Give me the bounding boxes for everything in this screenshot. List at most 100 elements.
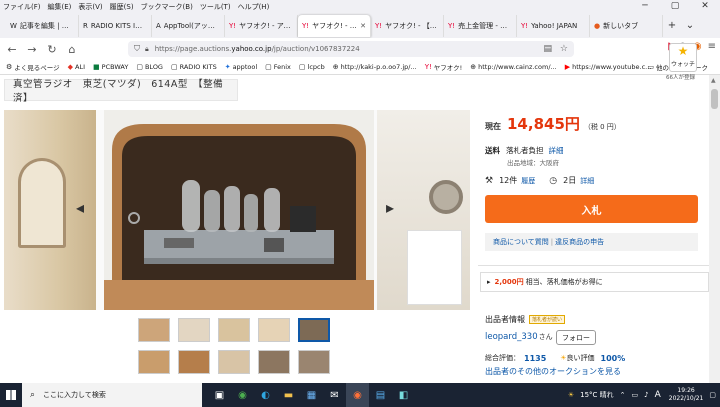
bookmark-star-icon[interactable]: ☆: [560, 44, 568, 54]
start-button[interactable]: [0, 383, 22, 407]
thumbnail[interactable]: [258, 318, 290, 342]
shipping-detail-link[interactable]: 詳細: [549, 146, 564, 155]
reload-icon[interactable]: ↻: [42, 43, 62, 56]
app-icon[interactable]: ▤: [369, 383, 392, 407]
bookmark-item[interactable]: ▢ BLOG: [136, 63, 163, 71]
tab-close-icon[interactable]: ✕: [360, 22, 366, 30]
firefox-icon[interactable]: ◉: [346, 383, 369, 407]
gallery-prev-arrow-icon[interactable]: ◂: [76, 198, 84, 217]
tab-5-active[interactable]: Y!ヤフオク! - 真空管✕: [298, 14, 371, 37]
tab-9[interactable]: ● 新しいタブ: [590, 14, 663, 37]
clock[interactable]: 19:26 2022/10/21: [669, 387, 704, 403]
bookmark-item[interactable]: ⊕ http://kaki-p.o.oo7.jp/...: [333, 63, 417, 71]
thumbnail[interactable]: [258, 350, 290, 374]
menu-bar: ファイル(F) 編集(E) 表示(V) 履歴(S) ブックマーク(B) ツール(…: [0, 0, 720, 13]
total-rating-link[interactable]: 1135: [524, 354, 546, 363]
thumbnail[interactable]: [138, 350, 170, 374]
bookmark-label: http://www.cainz.com/...: [478, 63, 557, 71]
chevron-down-icon[interactable]: ⌄: [681, 20, 699, 31]
tab-8[interactable]: Y! Yahoo! JAPAN: [517, 14, 590, 37]
tab-6[interactable]: Y!ヤフオク! - 【レスト: [371, 14, 444, 37]
thumbnail[interactable]: [218, 350, 250, 374]
menu-file[interactable]: ファイル(F): [3, 2, 41, 12]
watch-button[interactable]: ★ ウォッチ: [669, 43, 697, 72]
tab-title: ヤフオク! - アンティ: [239, 21, 293, 30]
tab-1[interactable]: W 記事を編集 | 作成: [6, 14, 79, 37]
pcbway-icon: ■: [93, 63, 100, 71]
bid-button[interactable]: 入札: [485, 195, 698, 223]
shield-icon[interactable]: ⛉: [134, 44, 140, 54]
gallery-next-arrow-icon[interactable]: ▸: [386, 198, 394, 217]
bookmark-item[interactable]: ▢ RADIO KITS: [171, 63, 217, 71]
back-icon[interactable]: ←: [2, 43, 22, 56]
scrollbar-thumb[interactable]: [711, 89, 718, 109]
minimize-icon[interactable]: ─: [630, 0, 660, 13]
app-icon[interactable]: ◧: [392, 383, 415, 407]
reader-view-icon[interactable]: ▤: [543, 44, 552, 54]
thumbnail[interactable]: [178, 318, 210, 342]
forward-icon[interactable]: →: [22, 43, 42, 56]
file-explorer-icon[interactable]: ▬: [277, 383, 300, 407]
tab-7[interactable]: Y! 売上金管理 - ヤフ: [444, 14, 517, 37]
bookmark-item[interactable]: ▢ Fenix: [265, 63, 291, 71]
store-icon[interactable]: ▦: [300, 383, 323, 407]
bookmark-item[interactable]: Y! ヤフオク!: [425, 62, 463, 72]
chrome-icon[interactable]: ◉: [231, 383, 254, 407]
scroll-up-icon[interactable]: ▲: [711, 77, 716, 84]
bookmark-item[interactable]: ■ PCBWAY: [93, 63, 128, 71]
bookmark-item[interactable]: ▢ lcpcb: [299, 63, 325, 71]
gallery-main-image[interactable]: [104, 110, 374, 310]
ask-question-link[interactable]: 商品について質問: [493, 237, 549, 247]
ime-indicator[interactable]: A: [655, 390, 661, 400]
home-icon[interactable]: ⌂: [62, 43, 82, 56]
bookmark-item[interactable]: ✦ apptool: [225, 63, 257, 71]
task-view-icon[interactable]: ▣: [208, 383, 231, 407]
taskbar-apps: ▣ ◉ ◐ ▬ ▦ ✉ ◉ ▤ ◧: [208, 383, 415, 407]
seller-name-link[interactable]: leopard_330: [485, 332, 538, 342]
network-icon[interactable]: ▭: [632, 391, 639, 399]
page-content: 真空管ラジオ 東芝(マツダ) 614A型 【整備済】 ◂ ▸ 現在 14,845…: [0, 75, 709, 383]
menu-icon[interactable]: ≡: [708, 41, 716, 52]
thumbnail[interactable]: [138, 318, 170, 342]
tab-2[interactable]: R RADIO KITS IN JA: [79, 14, 152, 37]
tab-4[interactable]: Y!ヤフオク! - アンティ: [225, 14, 298, 37]
new-tab-icon[interactable]: +: [663, 20, 681, 31]
menu-help[interactable]: ヘルプ(H): [238, 2, 270, 12]
bookmark-label: RADIO KITS: [179, 63, 217, 71]
taskbar-search[interactable]: ⌕ ここに入力して検索: [22, 383, 202, 407]
bookmark-item[interactable]: ▶ https://www.youtube.c...: [565, 63, 652, 71]
menu-tools[interactable]: ツール(T): [200, 2, 231, 12]
tab-title: 新しいタブ: [603, 21, 639, 30]
bid-history-link[interactable]: 履歴: [521, 176, 535, 186]
menu-history[interactable]: 履歴(S): [110, 2, 134, 12]
menu-edit[interactable]: 編集(E): [48, 2, 72, 12]
report-item-link[interactable]: 違反商品の申告: [555, 237, 604, 247]
lock-icon[interactable]: 🔒︎: [145, 45, 149, 54]
thumbnail[interactable]: [178, 350, 210, 374]
close-icon[interactable]: ✕: [690, 0, 720, 13]
promo-banner[interactable]: ▸ 2,000円 相当、落札価格がお得に: [480, 272, 709, 292]
apptool-icon: ✦: [224, 63, 231, 71]
bookmark-item[interactable]: ◆ ALI: [68, 63, 85, 71]
thumbnail[interactable]: [298, 350, 330, 374]
time-detail-link[interactable]: 詳細: [580, 176, 594, 186]
thumbnail-selected[interactable]: [298, 318, 330, 342]
follow-button[interactable]: フォロー: [556, 330, 596, 345]
weather-text[interactable]: 15°C 晴れ: [580, 390, 614, 400]
edge-icon[interactable]: ◐: [254, 383, 277, 407]
thumbnail[interactable]: [218, 318, 250, 342]
tab-3[interactable]: A AppTool(アップツ: [152, 14, 225, 37]
notification-icon[interactable]: ▢: [709, 391, 716, 399]
address-bar[interactable]: ⛉ 🔒︎ https://page.auctions.yahoo.co.jp/j…: [128, 41, 574, 57]
mail-icon[interactable]: ✉: [323, 383, 346, 407]
other-auctions-link[interactable]: 出品者のその他のオークションを見る: [485, 366, 621, 377]
maximize-icon[interactable]: ▢: [660, 0, 690, 13]
menu-bookmarks[interactable]: ブックマーク(B): [141, 2, 193, 12]
menu-view[interactable]: 表示(V): [78, 2, 102, 12]
bookmark-item[interactable]: ⊕ http://www.cainz.com/...: [470, 63, 556, 71]
tab-favicon: Y!: [229, 21, 237, 30]
bookmark-item[interactable]: ⚙ よく見るページ: [6, 62, 60, 72]
vertical-scrollbar[interactable]: ▲: [709, 75, 720, 383]
volume-icon[interactable]: ♪: [644, 391, 648, 399]
chevron-up-icon[interactable]: ⌃: [620, 391, 626, 399]
